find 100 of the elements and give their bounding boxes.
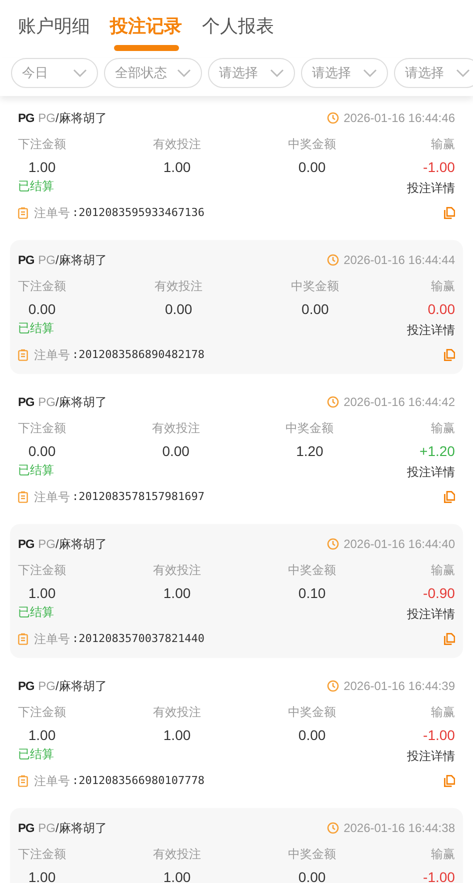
- amount-value: 0.00: [164, 300, 192, 318]
- order-label: 注单号: [34, 489, 70, 506]
- column-label: 中奖金额: [288, 846, 336, 862]
- amount-value: 1.00: [28, 158, 56, 176]
- amount-value: 1.00: [163, 158, 191, 176]
- game-name: PG/麻将胡了: [38, 394, 107, 411]
- chevron-down-icon: [363, 69, 377, 77]
- logo: PG: [18, 394, 34, 411]
- amount-value: 1.00: [163, 868, 191, 883]
- bet-detail-link[interactable]: 投注详情: [407, 464, 455, 480]
- game-name: PG/麻将胡了: [38, 110, 107, 127]
- column-label: 下注金额: [18, 420, 66, 436]
- bet-time: 2026-01-16 16:44:46: [344, 110, 455, 127]
- column-label: 输赢: [430, 420, 455, 436]
- order-label: 注单号: [34, 631, 70, 648]
- column-label: 下注金额: [18, 278, 66, 294]
- status-text: 已结算: [18, 462, 54, 478]
- clipboard-icon: [18, 349, 28, 361]
- clock-icon: [326, 538, 339, 550]
- amount-value: 0.00: [162, 442, 190, 460]
- profit-value: -1.00: [423, 868, 455, 883]
- amount-value: 0.00: [298, 158, 326, 176]
- bet-time: 2026-01-16 16:44:38: [344, 820, 455, 837]
- amount-value: 0.00: [28, 300, 56, 318]
- logo: PG: [18, 252, 34, 269]
- column-label: 有效投注: [153, 846, 202, 862]
- order-number: :2012083578157981697: [72, 488, 204, 505]
- column-label: 有效投注: [152, 420, 200, 436]
- bet-detail-link[interactable]: 投注详情: [407, 748, 455, 764]
- column-label: 有效投注: [153, 136, 202, 152]
- logo: PG: [18, 820, 34, 837]
- clock-icon: [326, 112, 339, 124]
- status-text: 已结算: [18, 746, 54, 762]
- tab-underline: [114, 45, 178, 51]
- amount-value: 1.20: [296, 442, 324, 460]
- profit-value: -1.00: [423, 158, 455, 176]
- copy-icon[interactable]: [444, 349, 455, 361]
- chevron-down-icon: [177, 69, 191, 77]
- game-name: PG/麻将胡了: [38, 678, 107, 695]
- amount-value: 1.00: [28, 868, 56, 883]
- column-label: 中奖金额: [288, 704, 336, 720]
- order-number: :2012083586890482178: [72, 346, 204, 363]
- game-name: PG/麻将胡了: [38, 820, 107, 837]
- amount-value: 0.00: [302, 300, 329, 318]
- clipboard-icon: [18, 491, 28, 503]
- logo: PG: [18, 678, 34, 695]
- order-number: :2012083566980107778: [72, 772, 204, 789]
- amount-value: 0.00: [298, 726, 326, 744]
- column-label: 输赢: [430, 846, 455, 862]
- order-label: 注单号: [34, 205, 70, 222]
- copy-icon[interactable]: [444, 491, 455, 503]
- clipboard-icon: [18, 207, 28, 219]
- column-label: 输赢: [430, 704, 455, 720]
- column-label: 下注金额: [18, 846, 66, 862]
- column-label: 下注金额: [18, 562, 66, 578]
- chevron-down-icon: [73, 69, 87, 77]
- copy-icon[interactable]: [444, 633, 455, 645]
- column-label: 中奖金额: [291, 278, 340, 294]
- amount-value: 0.00: [298, 868, 326, 883]
- clipboard-icon: [18, 633, 28, 645]
- logo: PG: [18, 110, 34, 127]
- order-label: 注单号: [34, 347, 70, 364]
- game-name: PG/麻将胡了: [38, 536, 107, 553]
- status-text: 已结算: [18, 320, 54, 336]
- amount-value: 0.00: [28, 442, 56, 460]
- amount-value: 1.00: [28, 726, 56, 744]
- tab[interactable]: 账户明细: [18, 14, 90, 38]
- amount-value: 1.00: [163, 584, 191, 602]
- bet-detail-link[interactable]: 投注详情: [407, 180, 455, 196]
- column-label: 有效投注: [153, 704, 202, 720]
- copy-icon[interactable]: [444, 775, 455, 787]
- profit-value: +1.20: [420, 442, 455, 460]
- clock-icon: [326, 822, 339, 834]
- clock-icon: [326, 396, 339, 408]
- amount-value: 1.00: [163, 726, 191, 744]
- bet-time: 2026-01-16 16:44:44: [344, 252, 455, 269]
- column-label: 下注金额: [18, 704, 66, 720]
- chevron-down-icon: [270, 69, 284, 77]
- order-number: :2012083595933467136: [72, 204, 204, 221]
- status-text: 已结算: [18, 178, 54, 194]
- bet-time: 2026-01-16 16:44:42: [344, 394, 455, 411]
- column-label: 中奖金额: [286, 420, 334, 436]
- game-name: PG/麻将胡了: [38, 252, 107, 269]
- amount-value: 1.00: [28, 584, 56, 602]
- column-label: 输赢: [430, 136, 455, 152]
- column-label: 输赢: [430, 562, 455, 578]
- clock-icon: [326, 680, 339, 692]
- tab[interactable]: 个人报表: [202, 14, 274, 38]
- bet-time: 2026-01-16 16:44:39: [344, 678, 455, 695]
- bet-detail-link[interactable]: 投注详情: [407, 322, 455, 338]
- profit-value: -0.90: [423, 584, 455, 602]
- copy-icon[interactable]: [444, 207, 455, 219]
- chevron-down-icon: [456, 69, 470, 77]
- bet-detail-link[interactable]: 投注详情: [407, 606, 455, 622]
- column-label: 有效投注: [154, 278, 203, 294]
- status-text: 已结算: [18, 604, 54, 620]
- profit-value: -1.00: [423, 726, 455, 744]
- order-number: :2012083570037821440: [72, 630, 204, 647]
- logo: PG: [18, 536, 34, 553]
- column-label: 中奖金额: [288, 562, 336, 578]
